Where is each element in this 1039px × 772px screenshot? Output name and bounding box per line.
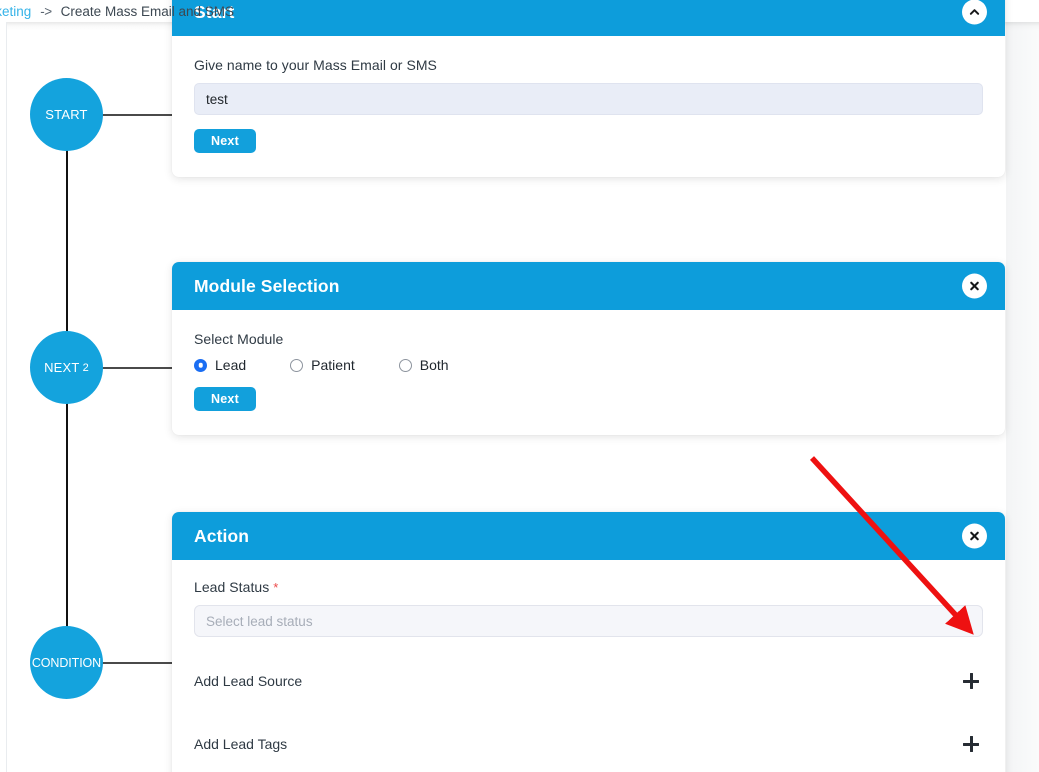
- lead-status-dropdown[interactable]: Select lead status: [194, 605, 983, 637]
- start-next-button[interactable]: Next: [194, 129, 256, 153]
- flow-node-next2[interactable]: NEXT 2: [30, 331, 103, 404]
- radio-label-both: Both: [419, 357, 449, 373]
- breadcrumb-separator: ->: [40, 3, 52, 19]
- campaign-name-input[interactable]: [194, 83, 983, 115]
- breadcrumb-current: Create Mass Email and SMS: [60, 3, 234, 19]
- card-start: Start Give name to your Mass Email or SM…: [172, 0, 1005, 177]
- select-module-label: Select Module: [194, 331, 284, 347]
- radio-option-both[interactable]: Both: [398, 357, 449, 373]
- flow-node-condition-label: CONDITION: [31, 655, 102, 670]
- module-next-button[interactable]: Next: [194, 387, 256, 411]
- lead-status-dropdown-chevron[interactable]: [958, 615, 971, 628]
- lead-status-label: Lead Status *: [194, 579, 983, 595]
- plus-icon[interactable]: [963, 736, 979, 752]
- radio-option-lead[interactable]: Lead: [194, 357, 246, 373]
- add-lead-tags-row[interactable]: Add Lead Tags: [194, 722, 983, 765]
- right-gutter: [1006, 22, 1039, 772]
- add-lead-tags-label: Add Lead Tags: [194, 736, 288, 752]
- add-lead-source-row[interactable]: Add Lead Source: [194, 659, 983, 702]
- add-lead-source-label: Add Lead Source: [194, 673, 303, 689]
- breadcrumb: Marketing -> Create Mass Email and SMS: [0, 0, 234, 22]
- card-action-title: Action: [194, 525, 250, 546]
- card-module-selection-title: Module Selection: [194, 275, 340, 296]
- close-glyph: [970, 281, 979, 291]
- radio-option-patient[interactable]: Patient: [290, 357, 355, 373]
- radio-mark-both: [398, 358, 412, 372]
- left-rail-edge: [0, 22, 7, 772]
- card-start-header: Start: [172, 0, 1005, 36]
- card-module-selection: Module Selection Select Module Lead Pati…: [172, 262, 1005, 435]
- flow-node-condition[interactable]: CONDITION: [30, 626, 103, 699]
- radio-mark-patient: [290, 358, 304, 372]
- close-icon[interactable]: [962, 273, 987, 299]
- chevron-up-glyph: [969, 9, 980, 15]
- required-asterisk: *: [273, 580, 279, 595]
- flow-node-start-label: START: [45, 107, 88, 122]
- close-icon[interactable]: [962, 523, 987, 549]
- flow-node-next2-label: NEXT: [44, 360, 80, 375]
- card-module-selection-body: Select Module Lead Patient Both Next: [172, 310, 1005, 435]
- card-action-body: Lead Status * Select lead status Add Lea…: [172, 560, 1005, 772]
- radio-label-lead: Lead: [215, 357, 247, 373]
- card-action: Action Lead Status * Select lead status …: [172, 512, 1005, 772]
- campaign-name-label: Give name to your Mass Email or SMS: [194, 57, 437, 73]
- module-radio-group: Lead Patient Both: [194, 357, 983, 373]
- breadcrumb-parent-link[interactable]: Marketing: [0, 4, 31, 19]
- card-action-header: Action: [172, 512, 1005, 560]
- radio-mark-lead: [194, 358, 207, 372]
- flow-node-next2-index: 2: [82, 361, 89, 374]
- plus-icon[interactable]: [963, 673, 979, 689]
- flow-node-start[interactable]: START: [30, 78, 103, 151]
- card-start-body: Give name to your Mass Email or SMS Next: [172, 36, 1005, 177]
- radio-label-patient: Patient: [311, 357, 355, 373]
- app-root: Marketing -> Create Mass Email and SMS S…: [0, 0, 1039, 772]
- lead-status-label-text: Lead Status: [194, 579, 270, 595]
- chevron-up-icon[interactable]: [962, 0, 987, 25]
- card-module-selection-header: Module Selection: [172, 262, 1005, 310]
- close-glyph: [970, 531, 979, 541]
- lead-status-placeholder: Select lead status: [206, 613, 313, 629]
